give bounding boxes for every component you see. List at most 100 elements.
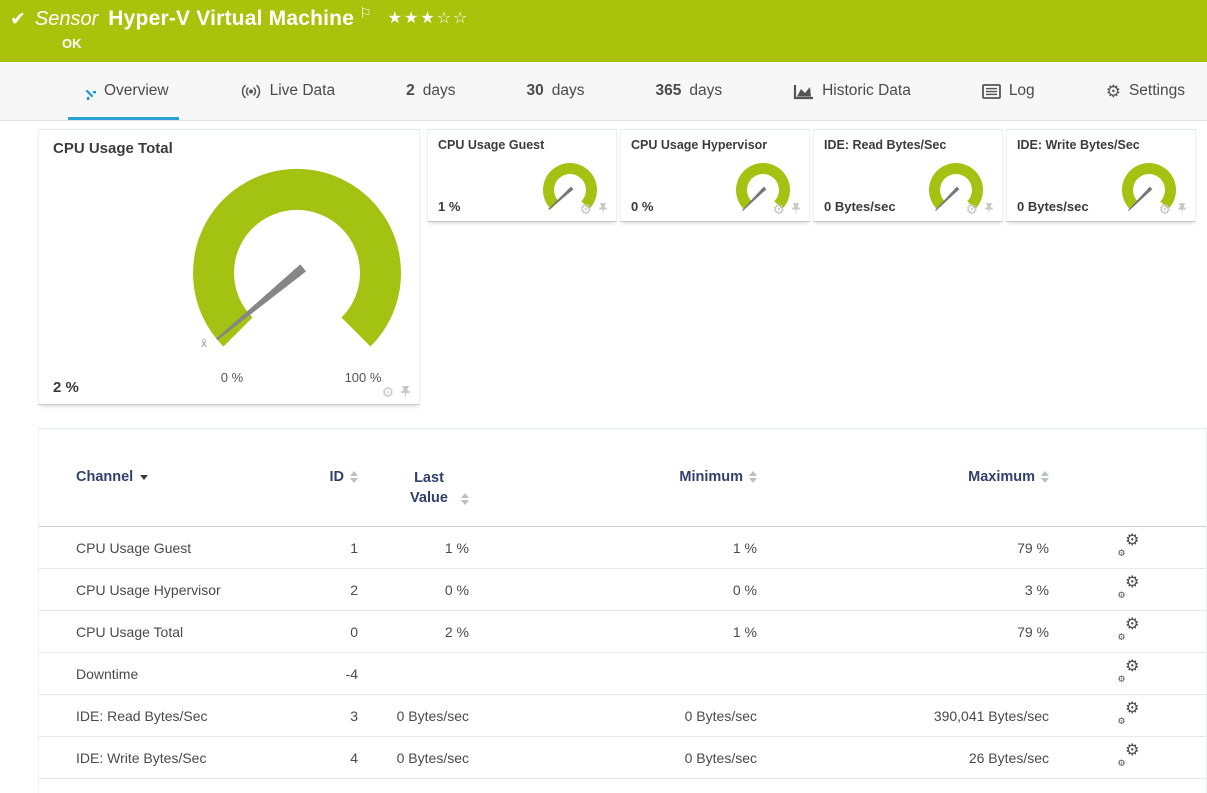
average-marker: x̄ — [201, 336, 207, 350]
table-row: CPU Usage Guest 1 1 % 1 % 79 % ⚙ ⚙ — [39, 527, 1206, 570]
channel-last-value: 0 % — [444, 581, 469, 598]
column-header-channel[interactable]: Channel — [76, 469, 286, 485]
table-row: IDE: Read Bytes/Sec 3 0 Bytes/sec 0 Byte… — [39, 695, 1206, 738]
gauge-current-value: 1 % — [438, 199, 461, 214]
channel-minimum: 0 Bytes/sec — [684, 707, 757, 724]
status-badge: OK — [62, 36, 82, 51]
table-row: CPU Usage Hypervisor 2 0 % 0 % 3 % ⚙ ⚙ — [39, 569, 1206, 612]
channel-id: 2 — [350, 581, 358, 598]
cpu-total-gauge — [193, 168, 401, 347]
panel-gear-icon[interactable]: ⚙ — [1158, 202, 1171, 216]
channel-id: 3 — [350, 707, 358, 724]
sort-icon — [749, 471, 757, 483]
tab-number: 365 — [655, 82, 682, 99]
pin-icon[interactable] — [984, 203, 994, 215]
channel-maximum: 26 Bytes/sec — [968, 749, 1049, 766]
panel-cpu-usage-total: CPU Usage Total x̄ 0 % 100 % 2 % ⚙ — [38, 129, 420, 405]
channel-name: CPU Usage Total — [76, 623, 184, 640]
tab-historic-data[interactable]: Historic Data — [781, 62, 923, 120]
log-list-icon — [981, 83, 1001, 99]
ok-check-icon: ✔ — [10, 8, 26, 30]
tab-settings[interactable]: ⚙ Settings — [1094, 62, 1197, 120]
prtg-sensor-page: ✔ Sensor Hyper-V Virtual Machine ⚐ ★★★☆☆… — [0, 0, 1207, 793]
channel-settings-icon[interactable]: ⚙ ⚙ — [1118, 659, 1140, 684]
pin-icon[interactable] — [598, 203, 608, 215]
channel-maximum: 3 % — [1024, 581, 1049, 598]
gauge-current-value: 0 Bytes/sec — [1017, 199, 1089, 214]
panel-ide-write: IDE: Write Bytes/Sec 0 Bytes/sec ⚙ — [1006, 129, 1196, 222]
channel-maximum: 79 % — [1017, 623, 1049, 640]
channel-settings-icon[interactable]: ⚙ ⚙ — [1118, 575, 1140, 600]
panel-title: CPU Usage Total — [53, 140, 173, 157]
channel-settings-icon[interactable]: ⚙ ⚙ — [1118, 701, 1140, 726]
column-header-maximum[interactable]: Maximum — [757, 469, 1049, 485]
tab-365-days[interactable]: 365 days — [643, 62, 734, 120]
gauge-icon — [85, 89, 96, 100]
priority-flag-icon[interactable]: ⚐ — [359, 5, 372, 22]
panel-title: CPU Usage Hypervisor — [631, 138, 768, 152]
table-header-row: Channel ID Last Value Minimum Maximum — [39, 429, 1206, 528]
channel-id: 0 — [350, 623, 358, 640]
tab-label: days — [551, 82, 585, 99]
panel-cpu-usage-guest: CPU Usage Guest 1 % ⚙ — [427, 129, 617, 222]
panel-gear-icon[interactable]: ⚙ — [772, 202, 785, 216]
gear-icon: ⚙ — [1105, 81, 1121, 101]
tab-label: Historic Data — [822, 82, 911, 99]
panel-cpu-usage-hypervisor: CPU Usage Hypervisor 0 % ⚙ — [620, 129, 810, 222]
channel-id: 4 — [350, 749, 358, 766]
live-broadcast-icon — [241, 84, 260, 98]
tab-number: 30 — [526, 82, 544, 99]
column-header-minimum[interactable]: Minimum — [469, 469, 757, 485]
sensor-status-banner: ✔ Sensor Hyper-V Virtual Machine ⚐ ★★★☆☆… — [0, 0, 1207, 62]
channel-settings-icon[interactable]: ⚙ ⚙ — [1118, 533, 1140, 558]
channel-minimum: 0 Bytes/sec — [684, 749, 757, 766]
tab-label: Overview — [104, 82, 169, 99]
gauge-current-value: 0 Bytes/sec — [824, 199, 896, 214]
panel-title: IDE: Read Bytes/Sec — [824, 138, 947, 152]
tab-30-days[interactable]: 30 days — [514, 62, 596, 120]
tab-log[interactable]: Log — [970, 62, 1047, 120]
channel-table-panel: Channel ID Last Value Minimum Maximum CP… — [38, 428, 1207, 793]
tab-label: Live Data — [269, 82, 336, 99]
panel-gear-icon[interactable]: ⚙ — [579, 202, 592, 216]
tab-2-days[interactable]: 2 days — [394, 62, 467, 120]
panel-gear-icon[interactable]: ⚙ — [965, 202, 978, 216]
channel-minimum: 0 % — [732, 581, 757, 598]
tab-live-data[interactable]: Live Data — [228, 62, 347, 120]
column-header-last-value[interactable]: Last Value — [358, 469, 469, 508]
gauge-max-label: 100 % — [344, 370, 382, 385]
column-label: Maximum — [968, 469, 1035, 485]
channel-settings-icon[interactable]: ⚙ ⚙ — [1118, 743, 1140, 768]
sort-active-icon — [140, 474, 149, 480]
sort-icon — [350, 471, 358, 483]
panel-ide-read: IDE: Read Bytes/Sec 0 Bytes/sec ⚙ — [813, 129, 1003, 222]
object-kind-label: Sensor — [34, 7, 99, 30]
channel-last-value: 2 % — [444, 623, 469, 640]
channel-settings-icon[interactable]: ⚙ ⚙ — [1118, 617, 1140, 642]
column-label: Channel — [76, 469, 134, 485]
gauge-min-label: 0 % — [220, 370, 244, 385]
column-header-id[interactable]: ID — [286, 469, 358, 485]
panel-title: CPU Usage Guest — [438, 138, 545, 152]
tab-label: days — [689, 82, 723, 99]
channel-name: IDE: Read Bytes/Sec — [76, 707, 208, 724]
table-row: CPU Usage Total 0 2 % 1 % 79 % ⚙ ⚙ — [39, 611, 1206, 654]
column-label: Minimum — [679, 469, 743, 485]
pin-icon[interactable] — [791, 203, 801, 215]
panel-gear-icon[interactable]: ⚙ — [381, 385, 394, 399]
gauge-current-value: 2 % — [53, 379, 79, 396]
sort-icon — [1041, 471, 1049, 483]
channel-name: CPU Usage Guest — [76, 539, 192, 556]
pin-icon[interactable] — [400, 385, 411, 399]
channel-name: IDE: Write Bytes/Sec — [76, 749, 207, 766]
channel-last-value: 0 Bytes/sec — [396, 749, 469, 766]
priority-stars[interactable]: ★★★☆☆ — [388, 11, 470, 27]
sort-icon — [461, 493, 469, 506]
channel-maximum: 390,041 Bytes/sec — [933, 707, 1049, 724]
column-label: Last Value — [410, 470, 448, 506]
pin-icon[interactable] — [1177, 203, 1187, 215]
panel-title: IDE: Write Bytes/Sec — [1017, 138, 1140, 152]
tab-overview[interactable]: Overview — [66, 62, 181, 120]
channel-id: -4 — [345, 665, 358, 682]
tab-bar: Overview Live Data 2 days 30 days 365 da… — [0, 62, 1207, 121]
